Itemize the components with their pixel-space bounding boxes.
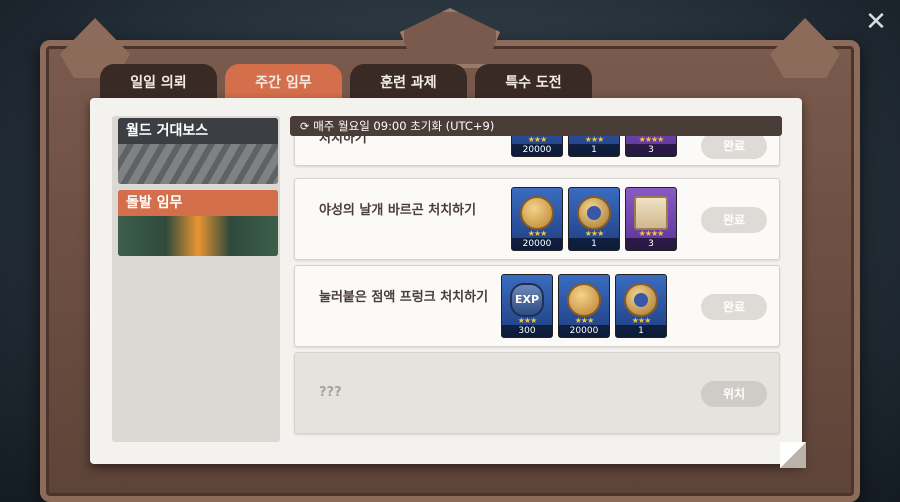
category-sudden-mission[interactable]: 돌발 임무 (118, 190, 278, 256)
mission-title: ??? (319, 385, 342, 400)
exp-reward[interactable]: EXP ★★★ 300 (501, 274, 553, 338)
gold-coin-reward[interactable]: ★★★ 20000 (511, 187, 563, 251)
category-sidebar: 월드 거대보스 돌발 임무 (112, 116, 280, 442)
locate-button[interactable]: 위치 (701, 381, 767, 407)
scroll-icon (634, 196, 668, 230)
reward-list: EXP ★★★ 300 ★★★ 20000 ★★★ 1 (501, 274, 687, 338)
tab-bar: 일일 의뢰 주간 임무 훈련 과제 특수 도전 (100, 64, 592, 100)
gold-coin-reward[interactable]: ★★★ 20000 (558, 274, 610, 338)
page-curl (780, 442, 806, 468)
category-thumbnail (118, 216, 278, 256)
mission-panel: 월드 거대보스 돌발 임무 ⟳ 매주 월요일 09:00 초기화 (UTC+9) … (90, 98, 806, 468)
complete-button[interactable]: 완료 (701, 133, 767, 159)
category-label: 돌발 임무 (118, 190, 278, 216)
frame-ornament-right (770, 18, 840, 78)
reset-info-bar: ⟳ 매주 월요일 09:00 초기화 (UTC+9) (290, 116, 782, 136)
mission-title: 야성의 날개 바르곤 처치하기 (319, 203, 477, 218)
mission-card: 야성의 날개 바르곤 처치하기 ★★★ 20000 ★★★ 1 ★★★★ 3 완료 (294, 178, 780, 260)
tab-weekly[interactable]: 주간 임무 (225, 64, 342, 100)
mission-card: 눌러붙은 점액 프렁크 처치하기 EXP ★★★ 300 ★★★ 20000 ★★★ 1… (294, 265, 780, 347)
tab-special[interactable]: 특수 도전 (475, 64, 592, 100)
complete-button[interactable]: 완료 (701, 294, 767, 320)
medal-icon (577, 196, 611, 230)
complete-button[interactable]: 완료 (701, 207, 767, 233)
mission-list[interactable]: ⟳ 매주 월요일 09:00 초기화 (UTC+9) 처치하기 ★★★ 20000 … (290, 116, 782, 442)
mission-title: 눌러붙은 점액 프렁크 처치하기 (319, 290, 489, 305)
category-label: 월드 거대보스 (118, 118, 278, 144)
reset-text: 매주 월요일 09:00 초기화 (UTC+9) (313, 119, 495, 133)
scroll-reward[interactable]: ★★★★ 3 (625, 187, 677, 251)
tab-training[interactable]: 훈련 과제 (350, 64, 467, 100)
tab-daily[interactable]: 일일 의뢰 (100, 64, 217, 100)
close-icon[interactable]: ✕ (862, 8, 890, 36)
gold-coin-icon (520, 196, 554, 230)
category-thumbnail (118, 144, 278, 184)
medal-reward[interactable]: ★★★ 1 (615, 274, 667, 338)
category-world-boss[interactable]: 월드 거대보스 (118, 118, 278, 184)
frame-crest (400, 8, 500, 68)
exp-icon: EXP (510, 283, 544, 317)
refresh-icon: ⟳ (300, 120, 310, 133)
medal-icon (624, 283, 658, 317)
reward-list: ★★★ 20000 ★★★ 1 ★★★★ 3 (501, 187, 687, 251)
medal-reward[interactable]: ★★★ 1 (568, 187, 620, 251)
mission-card-locked: ??? 위치 (294, 352, 780, 434)
gold-coin-icon (567, 283, 601, 317)
